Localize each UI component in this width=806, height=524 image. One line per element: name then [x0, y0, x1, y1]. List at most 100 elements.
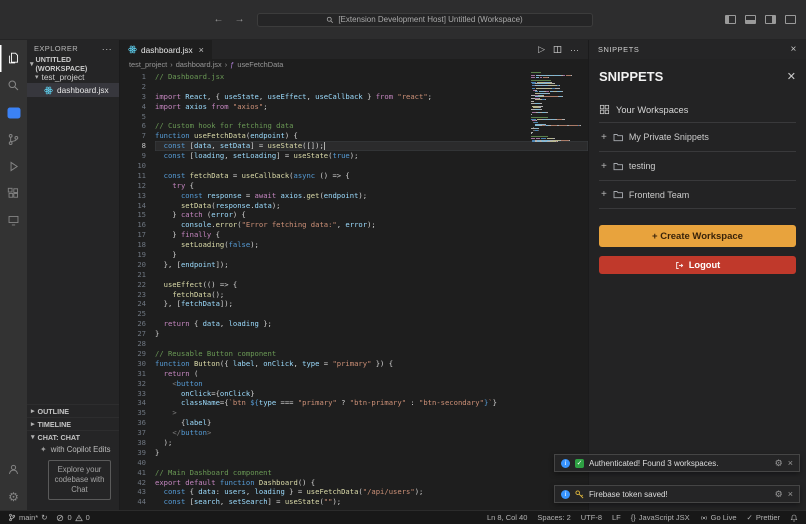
code-line[interactable]: // Reusable Button component — [155, 349, 588, 359]
timeline-section[interactable]: ▸ TIMELINE — [27, 417, 119, 430]
remote-explorer-icon[interactable] — [0, 207, 27, 234]
search-sidebar-icon[interactable] — [0, 72, 27, 99]
code-line[interactable]: const [data, setData] = useState([]); — [155, 141, 588, 152]
explorer-icon[interactable] — [0, 45, 27, 72]
run-file-icon[interactable]: ▷ — [538, 44, 545, 55]
code-line[interactable]: const [loading, setLoading] = useState(t… — [155, 151, 588, 161]
sync-icon[interactable]: ↻ — [41, 513, 47, 522]
close-panel-tab-icon[interactable]: × — [791, 44, 797, 55]
code-lines[interactable]: // Dashboard.jsx import React, { useState… — [146, 72, 588, 510]
more-actions-icon[interactable]: ··· — [570, 45, 579, 55]
notification-settings-icon[interactable]: ⚙ — [775, 489, 783, 500]
code-line[interactable]: function Button({ label, onClick, type =… — [155, 359, 588, 369]
encoding-item[interactable]: UTF-8 — [581, 513, 602, 522]
code-line[interactable]: ); — [155, 438, 588, 448]
code-line[interactable] — [155, 309, 588, 319]
notification-toast[interactable]: i ✓ Authenticated! Found 3 workspaces. ⚙ × — [554, 454, 800, 472]
explorer-actions-icon[interactable]: ··· — [102, 44, 112, 54]
eol-item[interactable]: LF — [612, 513, 621, 522]
code-line[interactable]: // Dashboard.jsx — [155, 72, 588, 82]
create-workspace-button[interactable]: + Create Workspace — [599, 225, 796, 247]
code-line[interactable]: }, [endpoint]); — [155, 260, 588, 270]
add-snippet-icon[interactable]: + — [601, 161, 607, 172]
git-branch-item[interactable]: main* ↻ — [8, 513, 47, 522]
code-line[interactable]: }, [fetchData]); — [155, 299, 588, 309]
back-button[interactable]: ← — [214, 14, 224, 25]
source-control-icon[interactable] — [0, 126, 27, 153]
code-line[interactable]: } — [155, 250, 588, 260]
go-live-item[interactable]: Go Live — [700, 513, 737, 522]
code-line[interactable] — [155, 161, 588, 171]
chat-welcome-box[interactable]: Explore your codebase with Chat — [48, 460, 111, 500]
code-line[interactable]: </button> — [155, 428, 588, 438]
code-line[interactable]: return { data, loading }; — [155, 319, 588, 329]
code-line[interactable]: // Main Dashboard component — [155, 468, 588, 478]
split-editor-icon[interactable] — [553, 45, 562, 54]
cursor-position-item[interactable]: Ln 8, Col 40 — [487, 513, 527, 522]
workspace-row[interactable]: + My Private Snippets — [599, 122, 796, 151]
add-snippet-icon[interactable]: + — [601, 189, 607, 200]
code-line[interactable]: const [search, setSearch] = useState("")… — [155, 497, 588, 507]
command-center-search[interactable]: [Extension Development Host] Untitled (W… — [256, 12, 593, 27]
code-line[interactable]: setLoading(false); — [155, 240, 588, 250]
code-line[interactable]: <button — [155, 379, 588, 389]
problems-item[interactable]: 0 0 — [56, 513, 90, 522]
breadcrumb-file[interactable]: dashboard.jsx — [176, 60, 222, 69]
code-line[interactable]: useEffect(() => { — [155, 280, 588, 290]
workspace-row[interactable]: + Frontend Team — [599, 180, 796, 209]
code-line[interactable] — [155, 270, 588, 280]
code-line[interactable]: const response = await axios.get(endpoin… — [155, 191, 588, 201]
file-dashboard-jsx[interactable]: dashboard.jsx — [27, 83, 119, 97]
code-line[interactable]: setData(response.data); — [155, 201, 588, 211]
code-editor[interactable]: 1 2 3 4 5 6 7 8 9 10 11 12 13 14 15 16 17 18 19 20 21 22 23 24 2… — [120, 70, 588, 510]
run-debug-icon[interactable] — [0, 153, 27, 180]
code-line[interactable]: fetchData(); — [155, 290, 588, 300]
code-line[interactable]: function useFetchData(endpoint) { — [155, 131, 588, 141]
code-line[interactable]: console.error("Error fetching data:", er… — [155, 220, 588, 230]
code-line[interactable]: } — [155, 448, 588, 458]
customize-layout-icon[interactable] — [785, 15, 796, 24]
panel-tab-snippets[interactable]: SNIPPETS — [598, 45, 639, 54]
code-line[interactable]: import axios from "axios"; — [155, 102, 588, 112]
code-line[interactable]: const { data: users, loading } = useFetc… — [155, 487, 588, 497]
code-line[interactable]: } — [155, 329, 588, 339]
extensions-icon[interactable] — [0, 180, 27, 207]
notification-settings-icon[interactable]: ⚙ — [775, 458, 783, 469]
code-line[interactable]: return ( — [155, 369, 588, 379]
code-line[interactable]: className={`btn ${type === "primary" ? "… — [155, 398, 588, 408]
chat-copilot-item[interactable]: ✦ with Copilot Edits — [27, 443, 119, 457]
folder-test-project[interactable]: ▾ test_project — [27, 70, 119, 83]
toggle-secondary-sidebar-icon[interactable] — [765, 15, 776, 24]
code-line[interactable] — [155, 112, 588, 122]
notification-close-icon[interactable]: × — [788, 489, 793, 499]
notification-toast[interactable]: i Firebase token saved! ⚙ × — [554, 485, 800, 503]
code-line[interactable]: } catch (error) { — [155, 210, 588, 220]
accounts-icon[interactable] — [0, 456, 27, 483]
breadcrumb-folder[interactable]: test_project — [129, 60, 167, 69]
logout-button[interactable]: Logout — [599, 256, 796, 274]
outline-section[interactable]: ▸ OUTLINE — [27, 404, 119, 417]
code-line[interactable] — [155, 82, 588, 92]
code-line[interactable]: } finally { — [155, 230, 588, 240]
workspace-root[interactable]: ▾ UNTITLED (WORKSPACE) — [27, 55, 119, 73]
close-icon[interactable]: ✕ — [787, 70, 796, 83]
settings-gear-icon[interactable]: ⚙ — [0, 483, 27, 510]
forward-button[interactable]: → — [235, 14, 245, 25]
toggle-sidebar-icon[interactable] — [725, 15, 736, 24]
code-line[interactable]: const fetchData = useCallback(async () =… — [155, 171, 588, 181]
close-tab-icon[interactable]: × — [199, 45, 204, 55]
code-line[interactable]: import React, { useState, useEffect, use… — [155, 92, 588, 102]
minimap[interactable] — [531, 72, 587, 143]
code-line[interactable]: export default function Dashboard() { — [155, 478, 588, 488]
code-line[interactable]: try { — [155, 181, 588, 191]
code-line[interactable]: // Custom hook for fetching data — [155, 121, 588, 131]
notification-close-icon[interactable]: × — [788, 458, 793, 468]
code-line[interactable]: {label} — [155, 418, 588, 428]
indentation-item[interactable]: Spaces: 2 — [537, 513, 570, 522]
chat-section[interactable]: ▾ CHAT: CHAT — [27, 430, 119, 443]
toggle-panel-icon[interactable] — [745, 15, 756, 24]
workspace-row[interactable]: + testing — [599, 151, 796, 180]
code-line[interactable]: onClick={onClick} — [155, 389, 588, 399]
snippets-extension-icon[interactable] — [0, 99, 27, 126]
notifications-bell-icon[interactable] — [790, 514, 798, 522]
